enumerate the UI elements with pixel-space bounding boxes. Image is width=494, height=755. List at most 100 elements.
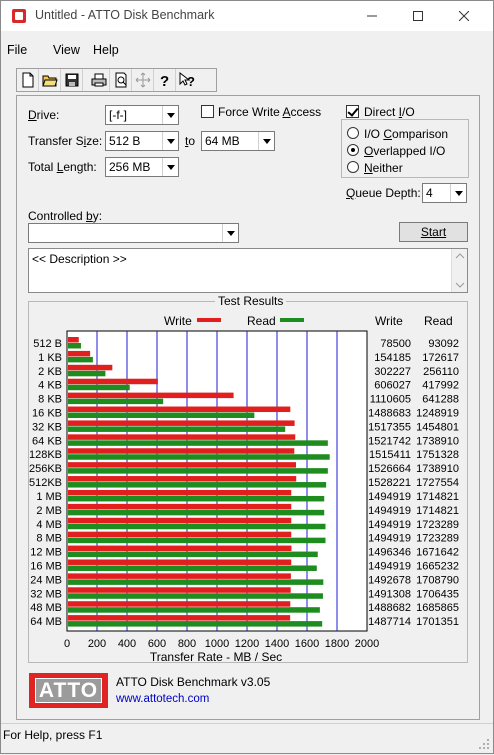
read-bar <box>68 621 323 627</box>
read-value: 1751328 <box>416 449 459 461</box>
x-tick-label: 2000 <box>355 638 379 650</box>
read-value: 256110 <box>423 366 459 378</box>
write-value: 1494919 <box>368 560 411 572</box>
category-label: 8 MB <box>36 533 62 545</box>
read-bar <box>68 495 325 502</box>
category-label: 512KB <box>29 477 62 489</box>
status-text: For Help, press F1 <box>3 728 103 742</box>
website-link[interactable]: www.attotech.com <box>116 693 209 705</box>
category-label: 4 KB <box>38 380 62 392</box>
x-tick-label: 1000 <box>205 638 229 650</box>
category-label: 1 KB <box>38 352 62 364</box>
read-value: 1671642 <box>416 547 459 559</box>
read-value: 1738910 <box>416 463 459 475</box>
write-bar <box>68 559 292 565</box>
write-value: 1494919 <box>368 505 411 517</box>
read-value: 93092 <box>428 338 459 350</box>
status-bar: For Help, press F1 <box>1 723 493 753</box>
write-bar <box>68 503 292 510</box>
read-bar <box>68 426 286 432</box>
category-label: 4 MB <box>36 519 62 531</box>
read-bar <box>68 343 81 349</box>
read-value: 417992 <box>422 380 459 392</box>
category-label: 256KB <box>29 463 62 475</box>
write-bar <box>68 517 292 524</box>
write-value: 1494919 <box>368 533 411 545</box>
x-tick-label: 1200 <box>235 638 259 650</box>
write-value: 1494919 <box>368 491 411 503</box>
x-tick-label: 0 <box>64 638 70 650</box>
read-value: 1727554 <box>416 477 459 489</box>
read-bar <box>68 398 164 405</box>
category-label: 2 KB <box>38 366 62 378</box>
write-value: 1487714 <box>368 616 411 628</box>
read-bar <box>68 551 318 558</box>
read-value: 1665232 <box>416 560 459 572</box>
read-value: 1714821 <box>416 491 459 503</box>
write-value: 1491308 <box>368 588 411 600</box>
category-label: 16 MB <box>30 560 62 572</box>
product-version: ATTO Disk Benchmark v3.05 <box>116 675 271 689</box>
read-bar <box>68 565 317 571</box>
write-bar <box>68 531 292 538</box>
write-value: 1488682 <box>368 602 411 614</box>
write-value: 606027 <box>374 380 411 392</box>
write-bar <box>68 615 291 621</box>
read-value: 1454801 <box>416 421 459 433</box>
read-bar <box>68 593 323 599</box>
write-value: 302227 <box>374 366 411 378</box>
read-bar <box>68 440 328 446</box>
read-bar <box>68 482 327 488</box>
read-bar <box>68 468 328 474</box>
category-label: 64 KB <box>32 435 62 447</box>
atto-logo-text: ATTO <box>35 678 102 703</box>
x-tick-label: 1800 <box>325 638 349 650</box>
read-value: 1248919 <box>416 408 459 420</box>
category-label: 24 MB <box>30 574 62 586</box>
read-bar <box>68 370 106 377</box>
x-tick-label: 800 <box>178 638 196 650</box>
write-bar <box>68 448 295 454</box>
read-bar <box>68 384 130 391</box>
write-value: 1526664 <box>368 463 411 475</box>
x-tick-label: 1600 <box>295 638 319 650</box>
write-value: 1521742 <box>368 435 411 447</box>
read-value: 1714821 <box>416 505 459 517</box>
category-label: 8 KB <box>38 394 62 406</box>
write-bar <box>68 406 291 413</box>
write-bar <box>68 573 291 579</box>
category-label: 512 B <box>33 338 62 350</box>
write-value: 1492678 <box>368 574 411 586</box>
category-label: 2 MB <box>36 505 62 517</box>
read-value: 1723289 <box>416 519 459 531</box>
write-bar <box>68 601 291 607</box>
write-value: 1488683 <box>368 408 411 420</box>
write-bar <box>68 420 295 426</box>
read-bar <box>68 356 93 363</box>
x-tick-label: 200 <box>88 638 106 650</box>
category-label: 64 MB <box>30 616 62 628</box>
category-label: 32 KB <box>32 421 62 433</box>
resize-grip-icon[interactable] <box>478 738 490 750</box>
write-bar <box>68 434 296 440</box>
write-bar <box>68 378 158 385</box>
atto-logo: ATTO <box>29 673 108 708</box>
app-window: Untitled - ATTO Disk Benchmark File View… <box>0 0 494 754</box>
write-bar <box>68 350 91 357</box>
results-chart: 512 B 78500 93092 1 KB 154185 172617 2 KB 30222… <box>29 330 459 650</box>
category-label: 48 MB <box>30 602 62 614</box>
write-bar <box>68 587 291 593</box>
read-value: 1723289 <box>416 533 459 545</box>
category-label: 1 MB <box>36 491 62 503</box>
write-value: 1494919 <box>368 519 411 531</box>
write-value: 78500 <box>380 338 411 350</box>
write-bar <box>68 489 292 496</box>
x-tick-label: 600 <box>148 638 166 650</box>
read-value: 1706435 <box>416 588 459 600</box>
write-value: 1110605 <box>370 394 411 406</box>
write-bar <box>68 364 113 371</box>
x-tick-label: 1400 <box>265 638 289 650</box>
write-bar <box>68 337 79 343</box>
read-bar <box>68 509 325 516</box>
write-bar <box>68 462 296 468</box>
